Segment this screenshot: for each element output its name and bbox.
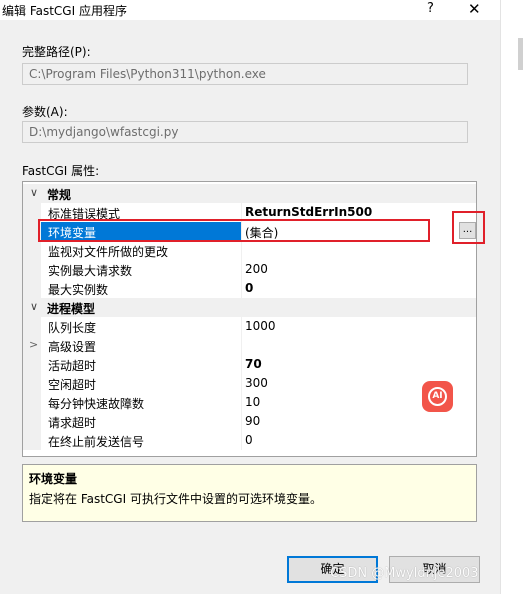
help-button[interactable]: ? bbox=[427, 1, 434, 16]
column-separator bbox=[241, 374, 242, 393]
row-gutter bbox=[23, 317, 41, 336]
property-value[interactable]: 0 bbox=[245, 281, 253, 295]
column-separator bbox=[241, 412, 242, 431]
fastcgi-properties-label: FastCGI 属性: bbox=[22, 164, 100, 178]
property-name: 每分钟快速故障数 bbox=[48, 397, 145, 411]
column-separator bbox=[241, 241, 242, 260]
property-value[interactable]: 300 bbox=[245, 376, 268, 390]
property-row-instance-max-requests[interactable]: 实例最大请求数 200 bbox=[23, 260, 476, 279]
property-name: 实例最大请求数 bbox=[48, 264, 133, 278]
background-window-edge bbox=[500, 0, 523, 594]
row-gutter bbox=[23, 374, 41, 393]
ai-badge-label: AI bbox=[428, 387, 447, 406]
column-separator bbox=[241, 336, 242, 355]
background-scrollbar[interactable] bbox=[518, 38, 523, 70]
close-button[interactable]: ✕ bbox=[468, 0, 481, 18]
column-separator bbox=[241, 279, 242, 298]
property-name: 空闲超时 bbox=[48, 378, 97, 392]
column-separator bbox=[241, 317, 242, 336]
property-name: 活动超时 bbox=[48, 359, 97, 373]
category-general[interactable]: ∨ 常规 bbox=[23, 184, 476, 203]
highlight-box-environment-row bbox=[38, 219, 430, 242]
expand-icon[interactable]: ∨ bbox=[30, 300, 38, 313]
row-gutter bbox=[23, 412, 41, 431]
full-path-label: 完整路径(P): bbox=[22, 45, 91, 59]
property-value[interactable]: 0 bbox=[245, 433, 253, 447]
property-row-signal-before-terminate[interactable]: 在终止前发送信号 0 bbox=[23, 431, 476, 450]
property-name: 最大实例数 bbox=[48, 283, 109, 297]
category-general-label: 常规 bbox=[47, 188, 72, 202]
property-row-request-timeout[interactable]: 请求超时 90 bbox=[23, 412, 476, 431]
watermark: CSDN @Mwyldnje2003 bbox=[330, 566, 479, 581]
property-row-idle-timeout[interactable]: 空闲超时 300 bbox=[23, 374, 476, 393]
property-name: 在终止前发送信号 bbox=[48, 435, 145, 449]
row-gutter bbox=[23, 393, 41, 412]
chevron-right-icon[interactable]: > bbox=[29, 338, 38, 351]
property-row-queue-length[interactable]: 队列长度 1000 bbox=[23, 317, 476, 336]
description-title: 环境变量 bbox=[29, 472, 78, 486]
description-text: 指定将在 FastCGI 可执行文件中设置的可选环境变量。 bbox=[29, 492, 322, 506]
property-value[interactable]: 10 bbox=[245, 395, 260, 409]
description-panel: 环境变量 指定将在 FastCGI 可执行文件中设置的可选环境变量。 bbox=[22, 464, 477, 522]
property-name: 队列长度 bbox=[48, 321, 97, 335]
property-row-rapid-fails-per-minute[interactable]: 每分钟快速故障数 10 bbox=[23, 393, 476, 412]
column-separator bbox=[241, 355, 242, 374]
property-name: 请求超时 bbox=[48, 416, 97, 430]
property-row-max-instances[interactable]: 最大实例数 0 bbox=[23, 279, 476, 298]
property-row-advanced-settings[interactable]: > 高级设置 bbox=[23, 336, 476, 355]
property-name: 监视对文件所做的更改 bbox=[48, 245, 169, 259]
edit-fastcgi-dialog: 编辑 FastCGI 应用程序 ? ✕ 完整路径(P): C:\Program … bbox=[0, 0, 500, 594]
title-bar: 编辑 FastCGI 应用程序 ? ✕ bbox=[0, 0, 500, 20]
column-separator bbox=[241, 431, 242, 450]
dialog-title: 编辑 FastCGI 应用程序 bbox=[2, 4, 127, 18]
property-name: 高级设置 bbox=[48, 340, 97, 354]
column-separator bbox=[241, 260, 242, 279]
category-process-model[interactable]: ∨ 进程模型 bbox=[23, 298, 476, 317]
row-gutter bbox=[23, 355, 41, 374]
row-gutter bbox=[23, 431, 41, 450]
arguments-field[interactable]: D:\mydjango\wfastcgi.py bbox=[22, 121, 468, 143]
row-gutter bbox=[23, 279, 41, 298]
expand-icon[interactable]: ∨ bbox=[30, 186, 38, 199]
row-gutter: > bbox=[23, 336, 41, 355]
property-row-monitor-changes[interactable]: 监视对文件所做的更改 bbox=[23, 241, 476, 260]
property-value[interactable]: ReturnStdErrIn500 bbox=[245, 205, 372, 219]
property-row-activity-timeout[interactable]: 活动超时 70 bbox=[23, 355, 476, 374]
property-value[interactable]: 90 bbox=[245, 414, 260, 428]
property-value[interactable]: 1000 bbox=[245, 319, 276, 333]
property-value[interactable]: 200 bbox=[245, 262, 268, 276]
row-gutter bbox=[23, 241, 41, 260]
arguments-label: 参数(A): bbox=[22, 105, 68, 119]
category-process-model-label: 进程模型 bbox=[47, 302, 96, 316]
ai-assistant-icon[interactable]: AI bbox=[422, 381, 453, 412]
full-path-field[interactable]: C:\Program Files\Python311\python.exe bbox=[22, 63, 468, 85]
ellipsis-button[interactable]: ... bbox=[459, 222, 476, 239]
property-value[interactable]: 70 bbox=[245, 357, 262, 371]
column-separator bbox=[241, 393, 242, 412]
row-gutter bbox=[23, 260, 41, 279]
